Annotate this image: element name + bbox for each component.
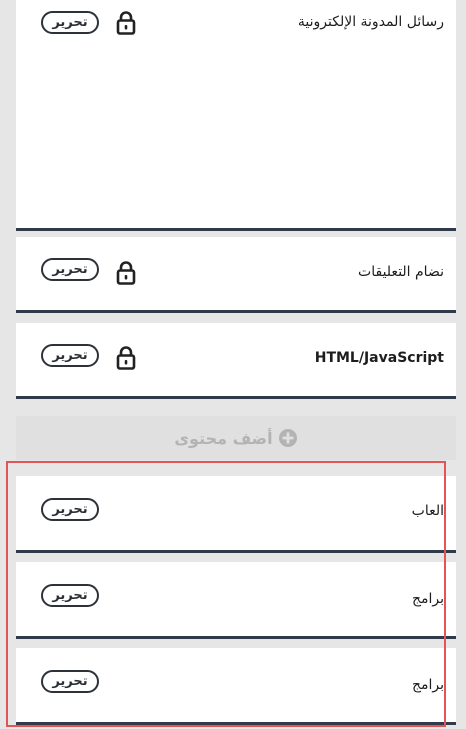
widget-title: نضام التعليقات	[358, 264, 444, 280]
widget-title: HTML/JavaScript	[314, 350, 444, 366]
edit-button[interactable]: تحرير	[41, 670, 99, 693]
edit-button[interactable]: تحرير	[41, 11, 99, 34]
widget-title: العاب	[411, 503, 444, 519]
layout-widgets-panel: رسائل المدونة الإلكترونية تحرير نضام الت…	[16, 0, 456, 729]
lock-icon	[116, 11, 136, 35]
edit-button[interactable]: تحرير	[41, 498, 99, 521]
widget-comments-system: نضام التعليقات تحرير	[16, 237, 456, 313]
widget-title: برامج	[411, 591, 444, 607]
add-content-button[interactable]: أضف محتوى	[16, 416, 456, 460]
lock-icon	[116, 346, 136, 370]
widget-games: العاب تحرير	[16, 476, 456, 553]
widget-title: برامج	[411, 677, 444, 693]
edit-button[interactable]: تحرير	[41, 258, 99, 281]
widget-html-javascript: HTML/JavaScript تحرير	[16, 323, 456, 399]
widget-blog-posts: رسائل المدونة الإلكترونية تحرير	[16, 0, 456, 231]
edit-button[interactable]: تحرير	[41, 584, 99, 607]
add-content-label: أضف محتوى	[174, 428, 273, 448]
widget-programs-2: برامج تحرير	[16, 648, 456, 725]
lock-icon	[116, 261, 136, 285]
edit-button[interactable]: تحرير	[41, 344, 99, 367]
widget-title: رسائل المدونة الإلكترونية	[297, 14, 444, 30]
widget-programs: برامج تحرير	[16, 562, 456, 639]
plus-circle-icon	[278, 429, 297, 447]
